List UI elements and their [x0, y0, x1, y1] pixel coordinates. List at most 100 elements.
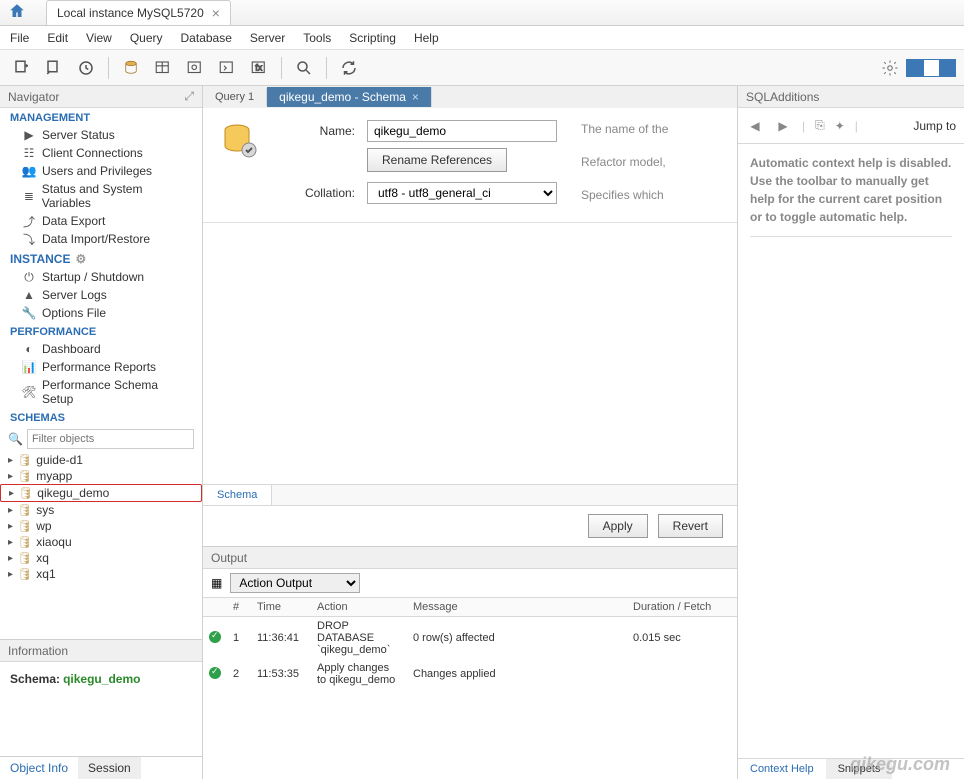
- settings-icon[interactable]: [876, 54, 904, 82]
- menu-bar: File Edit View Query Database Server Too…: [0, 26, 964, 50]
- menu-query[interactable]: Query: [130, 31, 163, 45]
- schema-name-input[interactable]: [367, 120, 557, 142]
- nav-client-connections[interactable]: ☷Client Connections: [0, 144, 202, 162]
- menu-file[interactable]: File: [10, 31, 29, 45]
- log-icon: ▲: [22, 288, 36, 302]
- chevron-right-icon: ▸: [9, 488, 14, 499]
- nav-data-export[interactable]: ⤴Data Export: [0, 212, 202, 230]
- connection-tab-label: Local instance MySQL5720: [57, 6, 204, 20]
- tb-inspector[interactable]: [72, 54, 100, 82]
- expand-icon[interactable]: ⤢: [184, 89, 194, 104]
- tab-object-info[interactable]: Object Info: [0, 757, 78, 779]
- section-management: MANAGEMENT: [0, 108, 202, 126]
- schema-item-qikegu_demo[interactable]: ▸🛢qikegu_demo: [0, 484, 202, 502]
- tb-func[interactable]: fx: [245, 54, 273, 82]
- output-header: Output: [203, 547, 737, 569]
- information-body: Schema: qikegu_demo: [0, 662, 202, 696]
- tb-table[interactable]: [149, 54, 177, 82]
- report-icon: 📊: [22, 360, 36, 374]
- nav-server-status[interactable]: ▶Server Status: [0, 126, 202, 144]
- svg-text:fx: fx: [255, 62, 263, 72]
- power-icon: ⏻: [22, 270, 36, 284]
- menu-help[interactable]: Help: [414, 31, 439, 45]
- chevron-right-icon: ▸: [8, 505, 13, 516]
- output-layout-icon[interactable]: ▦: [211, 576, 222, 590]
- tb-view[interactable]: [181, 54, 209, 82]
- rename-references-button[interactable]: Rename References: [367, 148, 507, 172]
- navigator-title: Navigator: [8, 90, 59, 104]
- output-row[interactable]: 211:53:35Apply changes to qikegu_demoCha…: [203, 659, 737, 689]
- import-icon: ⤵: [22, 232, 36, 246]
- watermark: qikegu.com: [850, 754, 950, 775]
- navigator-header: Navigator ⤢: [0, 86, 202, 108]
- menu-server[interactable]: Server: [250, 31, 285, 45]
- database-icon: 🛢: [17, 469, 32, 483]
- schema-item-guide-d1[interactable]: ▸🛢guide-d1: [0, 452, 202, 468]
- schema-item-xq1[interactable]: ▸🛢xq1: [0, 566, 202, 582]
- menu-scripting[interactable]: Scripting: [349, 31, 396, 45]
- schema-tab[interactable]: Schema: [203, 485, 272, 505]
- nav-dashboard[interactable]: ◐Dashboard: [0, 340, 202, 358]
- menu-database[interactable]: Database: [181, 31, 232, 45]
- toolbar: fx: [0, 50, 964, 86]
- database-icon: 🛢: [17, 567, 32, 581]
- nav-status-variables[interactable]: ≣Status and System Variables: [0, 180, 202, 212]
- nav-options-file[interactable]: 🔧Options File: [0, 304, 202, 322]
- nav-data-import[interactable]: ⤵Data Import/Restore: [0, 230, 202, 248]
- name-label: Name:: [283, 124, 355, 138]
- connection-tab[interactable]: Local instance MySQL5720 ×: [46, 0, 231, 25]
- play-icon: ▶: [22, 128, 36, 142]
- output-row[interactable]: 111:36:41DROP DATABASE `qikegu_demo`0 ro…: [203, 617, 737, 660]
- nav-perf-reports[interactable]: 📊Performance Reports: [0, 358, 202, 376]
- tab-schema-editor[interactable]: qikegu_demo - Schema ×: [267, 87, 432, 107]
- schema-item-xiaoqu[interactable]: ▸🛢xiaoqu: [0, 534, 202, 550]
- menu-tools[interactable]: Tools: [303, 31, 331, 45]
- export-icon: ⤴: [22, 214, 36, 228]
- schema-item-sys[interactable]: ▸🛢sys: [0, 502, 202, 518]
- sqladditions-panel: SQLAdditions ◀ ▶ | ⎘ ✦ | Jump to Automat…: [738, 86, 964, 779]
- nav-startup-shutdown[interactable]: ⏻Startup / Shutdown: [0, 268, 202, 286]
- schema-item-wp[interactable]: ▸🛢wp: [0, 518, 202, 534]
- instance-icon: ⚙: [76, 252, 87, 266]
- collation-select[interactable]: utf8 - utf8_general_ci: [367, 182, 557, 204]
- section-performance: PERFORMANCE: [0, 322, 202, 340]
- home-icon[interactable]: [8, 2, 26, 23]
- nav-perf-schema-setup[interactable]: 🛠Performance Schema Setup: [0, 376, 202, 408]
- tab-query1[interactable]: Query 1: [203, 88, 267, 106]
- menu-edit[interactable]: Edit: [47, 31, 68, 45]
- success-icon: [209, 667, 221, 679]
- auto-help-icon[interactable]: ✦: [835, 119, 845, 133]
- schema-item-xq[interactable]: ▸🛢xq: [0, 550, 202, 566]
- close-icon[interactable]: ×: [412, 90, 419, 104]
- tb-proc[interactable]: [213, 54, 241, 82]
- tab-context-help[interactable]: Context Help: [738, 759, 826, 779]
- schema-filter-input[interactable]: [27, 429, 194, 449]
- tab-session[interactable]: Session: [78, 757, 141, 779]
- tb-new-sql[interactable]: [8, 54, 36, 82]
- section-schemas: SCHEMAS: [0, 408, 202, 426]
- help-icon[interactable]: ⎘: [815, 118, 825, 133]
- forward-icon[interactable]: ▶: [774, 117, 792, 135]
- collation-label: Collation:: [283, 186, 355, 200]
- close-icon[interactable]: ×: [212, 5, 220, 21]
- apply-button[interactable]: Apply: [588, 514, 648, 538]
- schema-item-myapp[interactable]: ▸🛢myapp: [0, 468, 202, 484]
- tb-schema[interactable]: [117, 54, 145, 82]
- revert-button[interactable]: Revert: [658, 514, 723, 538]
- nav-users-privileges[interactable]: 👥Users and Privileges: [0, 162, 202, 180]
- back-icon[interactable]: ◀: [746, 117, 764, 135]
- tb-reconnect[interactable]: [335, 54, 363, 82]
- success-icon: [209, 631, 221, 643]
- output-type-select[interactable]: Action Output: [230, 573, 360, 593]
- toolbar-separator: [326, 57, 327, 79]
- nav-server-logs[interactable]: ▲Server Logs: [0, 286, 202, 304]
- tb-search[interactable]: [290, 54, 318, 82]
- database-icon: 🛢: [17, 453, 32, 467]
- tb-open-sql[interactable]: [40, 54, 68, 82]
- sqladditions-title: SQLAdditions: [746, 90, 819, 104]
- schema-icon: [219, 120, 259, 160]
- jump-to-label[interactable]: Jump to: [913, 119, 956, 133]
- menu-view[interactable]: View: [86, 31, 112, 45]
- layout-toggle[interactable]: [906, 59, 956, 77]
- setup-icon: 🛠: [22, 385, 36, 399]
